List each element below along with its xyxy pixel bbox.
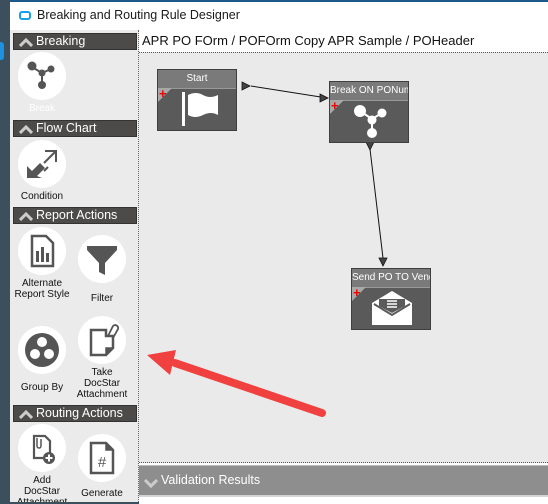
- break-icon: [18, 52, 66, 100]
- condition-arrows-icon: [18, 140, 66, 188]
- paperclip-document-icon: [78, 316, 126, 364]
- chevron-down-icon[interactable]: [143, 476, 159, 494]
- flow-node-send-po-to-vendor[interactable]: Send PO TO Vendor +: [351, 268, 431, 330]
- tool-label: Condition: [20, 191, 64, 202]
- hash-document-icon: #: [78, 434, 126, 482]
- validation-results-label: Validation Results: [161, 473, 261, 487]
- desktop-background: [0, 0, 10, 500]
- node-title: Break ON PONum: [330, 82, 408, 101]
- tool-label: Add DocStar Attachment: [17, 475, 68, 502]
- section-label: Breaking: [36, 34, 86, 48]
- designer-window: Breaking and Routing Rule Designer Break…: [10, 0, 548, 504]
- breadcrumb: APR PO FOrm / POFOrm Copy APR Sample / P…: [142, 33, 475, 48]
- node-title: Start: [158, 70, 236, 89]
- tool-group-by[interactable]: Group By: [14, 326, 70, 393]
- section-header-flow-chart[interactable]: Flow Chart: [13, 120, 137, 137]
- envelope-icon: [372, 291, 412, 325]
- tool-label: Alternate Report Style: [14, 278, 70, 300]
- report-chart-icon: [18, 227, 66, 275]
- section-header-breaking[interactable]: Breaking: [13, 33, 137, 50]
- arrowhead-icon: [378, 257, 388, 267]
- tool-break[interactable]: Break: [14, 52, 70, 114]
- section-header-report-actions[interactable]: Report Actions: [13, 207, 137, 224]
- tool-label: Generate: [81, 488, 123, 499]
- node-title: Send PO TO Vendor: [352, 269, 430, 288]
- tool-alternate-report-style[interactable]: Alternate Report Style: [14, 227, 70, 300]
- section-label: Report Actions: [36, 208, 118, 222]
- filter-funnel-icon: [78, 235, 126, 283]
- section-label: Routing Actions: [36, 406, 123, 420]
- arrowhead-icon: [319, 93, 329, 103]
- group-circles-icon: [18, 326, 66, 374]
- tool-label: Take DocStar Attachment: [76, 367, 128, 400]
- taskbar-indicator: [0, 42, 4, 60]
- flow-node-break-on-ponum[interactable]: Break ON PONum +: [329, 81, 409, 143]
- flag-icon: [182, 92, 218, 126]
- flow-node-start[interactable]: Start +: [157, 69, 237, 131]
- tool-label: Break: [28, 103, 56, 114]
- output-port-icon[interactable]: [241, 81, 251, 91]
- section-label: Flow Chart: [36, 121, 97, 135]
- tool-condition[interactable]: Condition: [14, 140, 70, 202]
- connector-start-to-break[interactable]: [250, 85, 328, 99]
- canvas-header: APR PO FOrm / POFOrm Copy APR Sample / P…: [139, 30, 548, 52]
- connector-break-to-send[interactable]: [369, 148, 384, 259]
- tool-add-docstar-attachment[interactable]: Add DocStar Attachment: [14, 424, 70, 502]
- svg-text:#: #: [98, 454, 107, 471]
- tool-label: Group By: [20, 382, 64, 393]
- window-title: Breaking and Routing Rule Designer: [37, 8, 240, 22]
- section-header-routing-actions[interactable]: Routing Actions: [13, 405, 137, 422]
- break-icon: [354, 105, 387, 138]
- validation-results-panel[interactable]: Validation Results: [139, 465, 548, 496]
- app-icon: [19, 11, 31, 20]
- title-bar: Breaking and Routing Rule Designer: [10, 2, 548, 30]
- tool-take-docstar-attachment[interactable]: Take DocStar Attachment: [74, 316, 130, 400]
- tool-filter[interactable]: Filter: [74, 235, 130, 304]
- tool-label: Filter: [90, 293, 114, 304]
- add-attachment-icon: [18, 424, 66, 472]
- tool-palette: Breaking Break Flow Chart Condition Repo…: [10, 30, 139, 502]
- flow-canvas[interactable]: Start + Break ON PONum + Send PO TO Vend…: [139, 52, 548, 463]
- tool-generate[interactable]: # Generate: [74, 434, 130, 499]
